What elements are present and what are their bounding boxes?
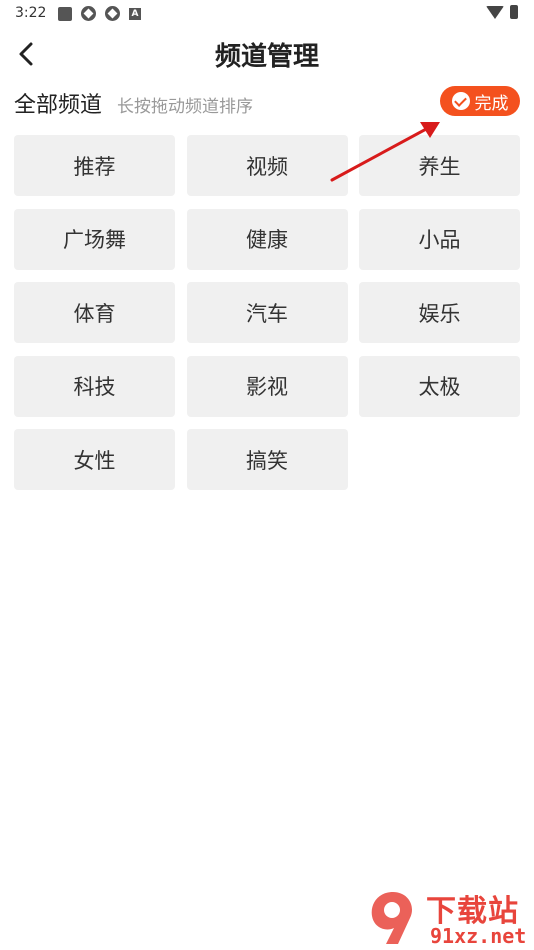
channel-chip[interactable]: 娱乐 xyxy=(359,282,520,343)
section-title: 全部频道 xyxy=(14,93,103,118)
system-icons xyxy=(486,5,518,19)
page-title: 频道管理 xyxy=(214,42,319,72)
channel-chip[interactable]: 科技 xyxy=(14,355,175,417)
done-button[interactable]: 完成 xyxy=(440,86,520,116)
channel-chip[interactable]: 汽车 xyxy=(186,282,348,343)
channel-chip[interactable]: 太极 xyxy=(359,355,520,417)
watermark-logo-icon xyxy=(371,892,413,944)
notification-a-icon: A xyxy=(129,7,141,20)
channel-chip[interactable]: 女性 xyxy=(14,429,175,490)
annotation-arrow-icon xyxy=(330,122,440,182)
watermark-url: 91xz.net xyxy=(430,924,527,948)
check-circle-icon xyxy=(451,92,470,110)
notification-icons: A xyxy=(58,6,141,21)
channel-chip[interactable]: 影视 xyxy=(186,355,348,417)
channel-chip[interactable]: 推荐 xyxy=(14,135,175,196)
notification-square-icon xyxy=(58,6,72,21)
done-label: 完成 xyxy=(474,93,509,114)
notification-app-icon xyxy=(81,6,96,21)
channel-chip[interactable]: 小品 xyxy=(359,208,520,270)
section-hint: 长按拖动频道排序 xyxy=(117,97,253,117)
battery-icon xyxy=(510,5,518,19)
status-time: 3:22 xyxy=(15,5,47,21)
status-bar: 3:22 A xyxy=(0,0,534,28)
channel-chip[interactable]: 体育 xyxy=(14,282,175,343)
wifi-icon xyxy=(486,5,504,19)
notification-app-icon xyxy=(105,6,120,21)
channel-chip[interactable]: 搞笑 xyxy=(186,429,348,490)
channel-chip[interactable]: 广场舞 xyxy=(14,208,175,270)
watermark: 下载站 91xz.net xyxy=(364,880,534,950)
app-header: 频道管理 xyxy=(0,28,534,80)
channel-chip[interactable]: 健康 xyxy=(186,208,348,270)
